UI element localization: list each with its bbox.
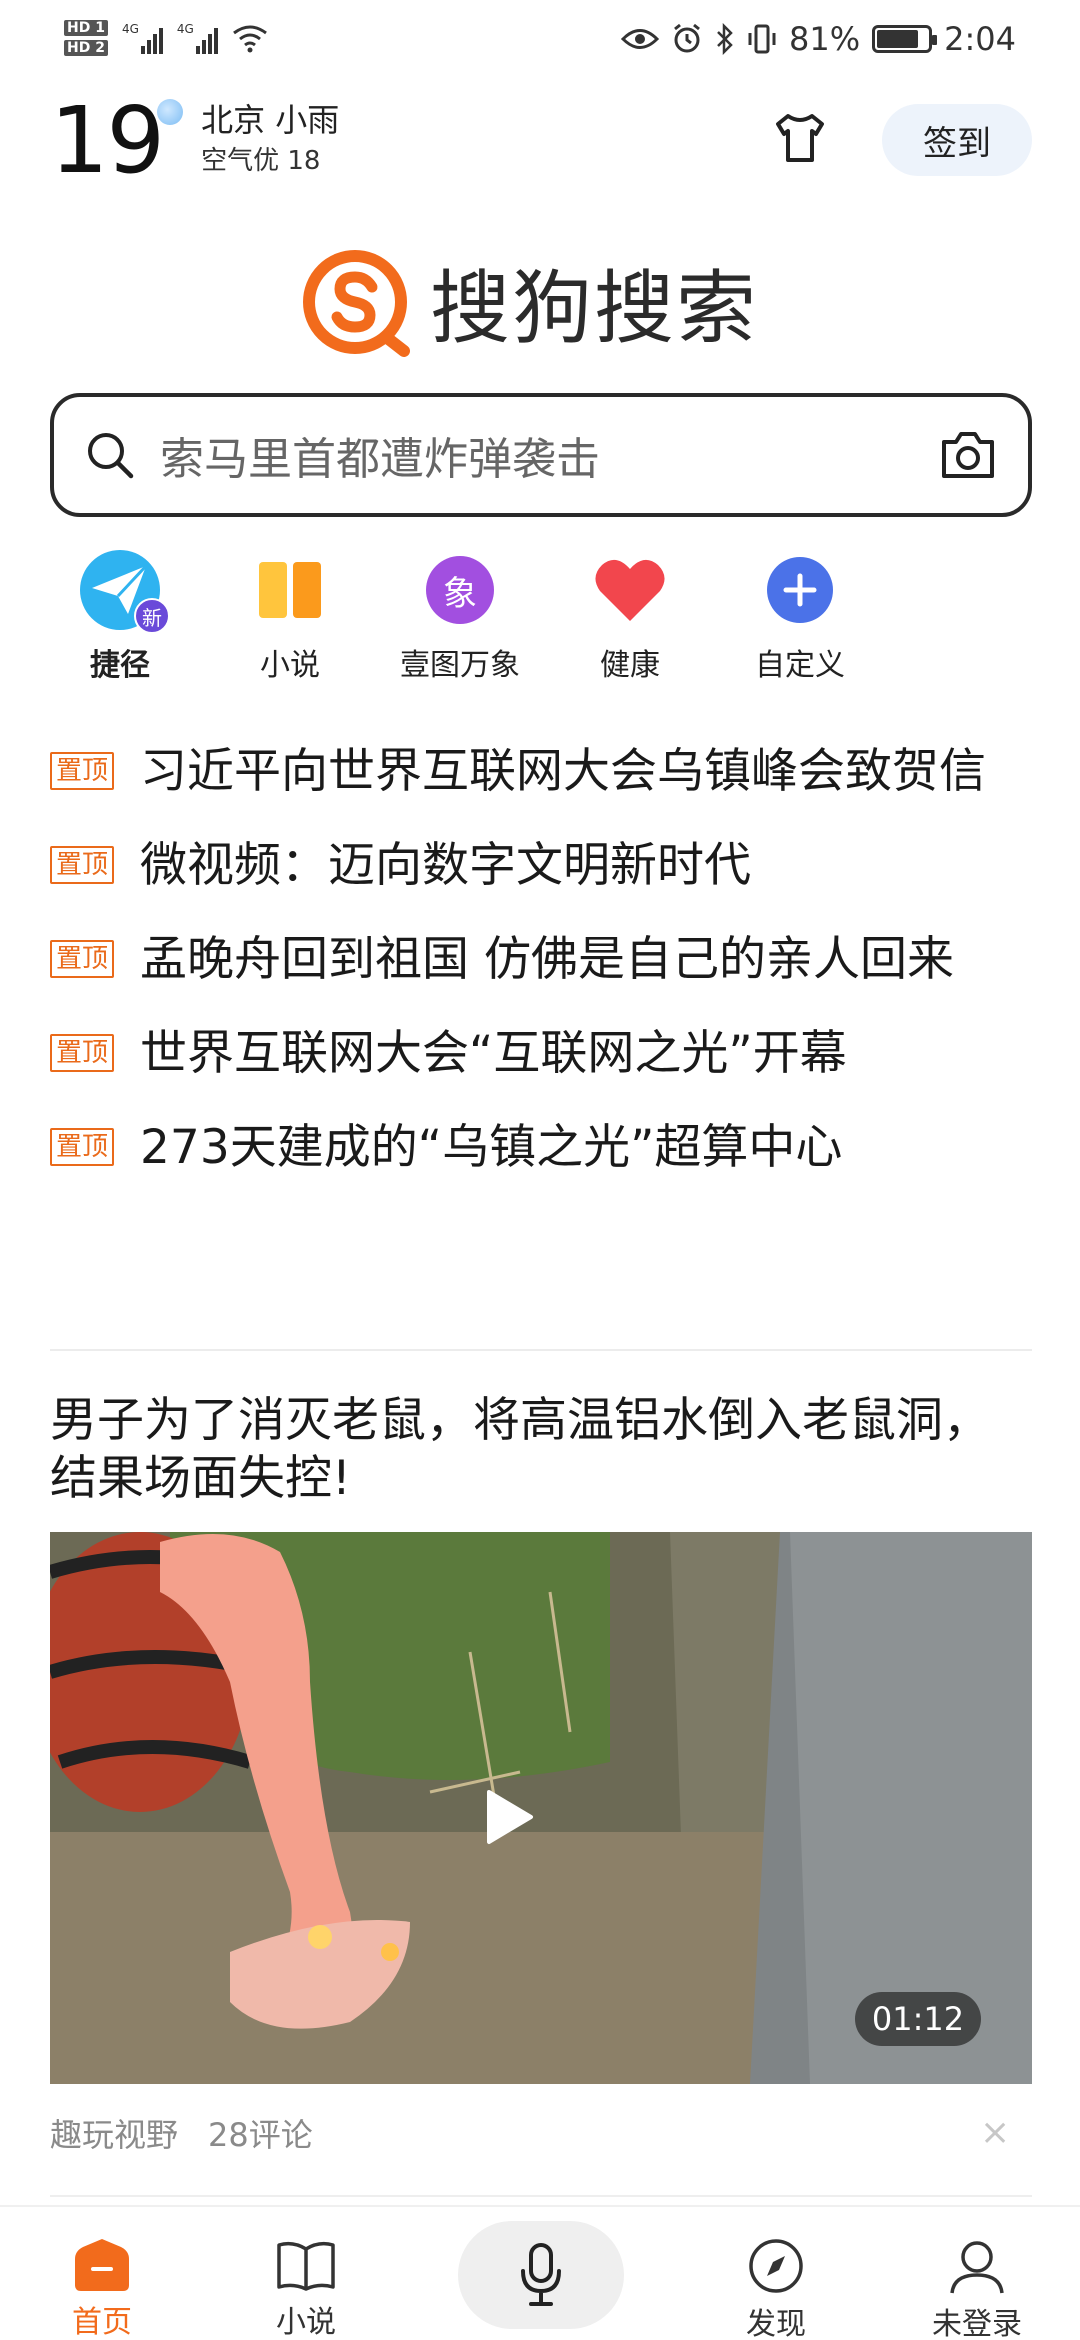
tab-discover[interactable]: 发现 <box>716 2237 836 2340</box>
elephant-icon: 象 <box>418 548 502 632</box>
signal-2-icon: 4G <box>177 22 218 54</box>
signal-2-label: 4G <box>176 22 194 36</box>
sogou-logo: 搜狗搜索 <box>300 244 758 360</box>
open-book-icon <box>277 2241 335 2291</box>
camera-icon[interactable] <box>938 428 998 482</box>
temperature: 19 <box>50 87 165 194</box>
compass-icon <box>749 2239 803 2293</box>
feed-title[interactable]: 男子为了消灭老鼠，将高温铝水倒入老鼠洞，结果场面失控! <box>50 1392 1010 1508</box>
pin-tag: 置顶 <box>50 752 115 790</box>
bluetooth-icon <box>717 23 733 55</box>
microphone-icon <box>521 2243 561 2306</box>
news-item[interactable]: 置顶 孟晚舟回到祖国 仿佛是自己的亲人回来 <box>50 928 1032 992</box>
news-title: 微视频：迈向数字文明新时代 <box>140 838 752 893</box>
search-icon <box>88 433 134 479</box>
tab-novel[interactable]: 小说 <box>246 2237 366 2340</box>
logo-text: 搜狗搜索 <box>430 262 758 355</box>
book-icon <box>248 548 332 632</box>
shortcut-label: 自定义 <box>755 648 845 683</box>
news-title: 孟晚舟回到祖国 仿佛是自己的亲人回来 <box>140 932 954 987</box>
status-left: HD 1 HD 2 4G 4G <box>64 8 268 68</box>
dismiss-icon[interactable]: × <box>980 2112 1010 2153</box>
signal-1-icon: 4G <box>122 22 163 54</box>
hd-indicators: HD 1 HD 2 <box>64 20 108 56</box>
news-title: 习近平向世界互联网大会乌镇峰会致贺信 <box>140 744 987 799</box>
tab-label: 首页 <box>72 2305 132 2340</box>
shortcut-yitu[interactable]: 象 壹图万象 <box>390 548 530 684</box>
status-bar: HD 1 HD 2 4G 4G 81% 2:04 <box>0 0 1080 76</box>
shirt-icon[interactable] <box>770 108 830 168</box>
shortcut-custom[interactable]: 自定义 <box>730 548 870 684</box>
user-icon <box>950 2241 1004 2294</box>
wifi-icon <box>232 25 267 53</box>
video-duration: 01:12 <box>855 1992 981 2046</box>
status-right: 81% 2:04 <box>621 14 1016 64</box>
tab-label: 未登录 <box>932 2307 1022 2340</box>
bottom-nav: 首页 小说 发现 未登录 <box>0 2205 1080 2340</box>
battery-icon <box>872 25 938 53</box>
shortcut-novel[interactable]: 小说 <box>220 548 360 684</box>
shortcut-health[interactable]: 健康 <box>560 548 700 684</box>
sogou-s-logo-icon <box>303 250 410 357</box>
pin-tag: 置顶 <box>50 846 115 884</box>
city-weather: 北京 小雨 <box>201 101 340 139</box>
shortcut-jiejing[interactable]: 新 捷径 <box>50 548 190 684</box>
weather-dot-icon <box>157 99 184 125</box>
elephant-glyph: 象 <box>443 573 477 614</box>
heart-icon <box>588 548 672 632</box>
checkin-button[interactable]: 签到 <box>882 104 1032 176</box>
news-title: 世界互联网大会“互联网之光”开幕 <box>140 1026 847 1081</box>
news-item[interactable]: 置顶 世界互联网大会“互联网之光”开幕 <box>50 1022 1032 1086</box>
eye-icon <box>621 29 660 49</box>
clock: 2:04 <box>944 20 1016 58</box>
pin-tag: 置顶 <box>50 1034 115 1072</box>
alarm-icon <box>674 23 700 53</box>
tab-account[interactable]: 未登录 <box>917 2237 1037 2340</box>
news-item[interactable]: 置顶 微视频：迈向数字文明新时代 <box>50 834 1032 898</box>
search-bar[interactable]: 索马里首都遭炸弹袭击 <box>50 393 1032 517</box>
tab-home[interactable]: 首页 <box>42 2237 162 2340</box>
voice-search-button[interactable] <box>458 2221 624 2329</box>
news-title: 273天建成的“乌镇之光”超算中心 <box>140 1120 843 1175</box>
divider <box>50 2195 1032 2197</box>
paper-plane-icon: 新 <box>78 548 170 634</box>
shortcut-label: 捷径 <box>90 648 150 683</box>
air-quality: 空气优 18 <box>201 146 321 176</box>
news-item[interactable]: 置顶 习近平向世界互联网大会乌镇峰会致贺信 <box>50 740 1032 804</box>
weather-info: 北京 小雨 空气优 18 <box>201 99 339 181</box>
shortcut-label: 壹图万象 <box>400 648 520 683</box>
tab-label: 发现 <box>746 2307 806 2340</box>
pin-tag: 置顶 <box>50 1128 115 1166</box>
hd1-label: HD 1 <box>64 20 108 36</box>
shortcut-row: 新 捷径 小说 象 壹图万象 健康 自定义 <box>50 548 870 684</box>
divider <box>50 1349 1032 1351</box>
feed-comments[interactable]: 28评论 <box>208 2116 313 2154</box>
new-badge: 新 <box>134 598 170 634</box>
sogou-home-screen: HD 1 HD 2 4G 4G 81% 2:04 19 北京 小雨 空气优 18… <box>0 0 1080 2340</box>
battery-percent: 81% <box>789 20 861 58</box>
pin-tag: 置顶 <box>50 940 115 978</box>
shortcut-label: 小说 <box>260 648 320 683</box>
pinned-news-list: 置顶 习近平向世界互联网大会乌镇峰会致贺信 置顶 微视频：迈向数字文明新时代 置顶孟… <box>50 740 1032 1210</box>
weather-widget[interactable]: 19 北京 小雨 空气优 18 <box>50 95 339 187</box>
vibrate-icon <box>748 24 776 54</box>
signal-1-label: 4G <box>121 22 139 36</box>
home-icon <box>75 2239 129 2291</box>
feed-meta: 趣玩视野 28评论 <box>50 2110 313 2156</box>
hd2-label: HD 2 <box>64 40 108 56</box>
plus-icon <box>758 548 842 632</box>
search-input[interactable]: 索马里首都遭炸弹袭击 <box>160 423 938 487</box>
feed-source[interactable]: 趣玩视野 <box>50 2116 178 2154</box>
play-icon[interactable] <box>471 1782 541 1852</box>
battery-fill <box>877 30 918 48</box>
shortcut-label: 健康 <box>600 648 660 683</box>
tab-label: 小说 <box>276 2305 336 2340</box>
news-item[interactable]: 置顶 273天建成的“乌镇之光”超算中心 <box>50 1116 1032 1180</box>
